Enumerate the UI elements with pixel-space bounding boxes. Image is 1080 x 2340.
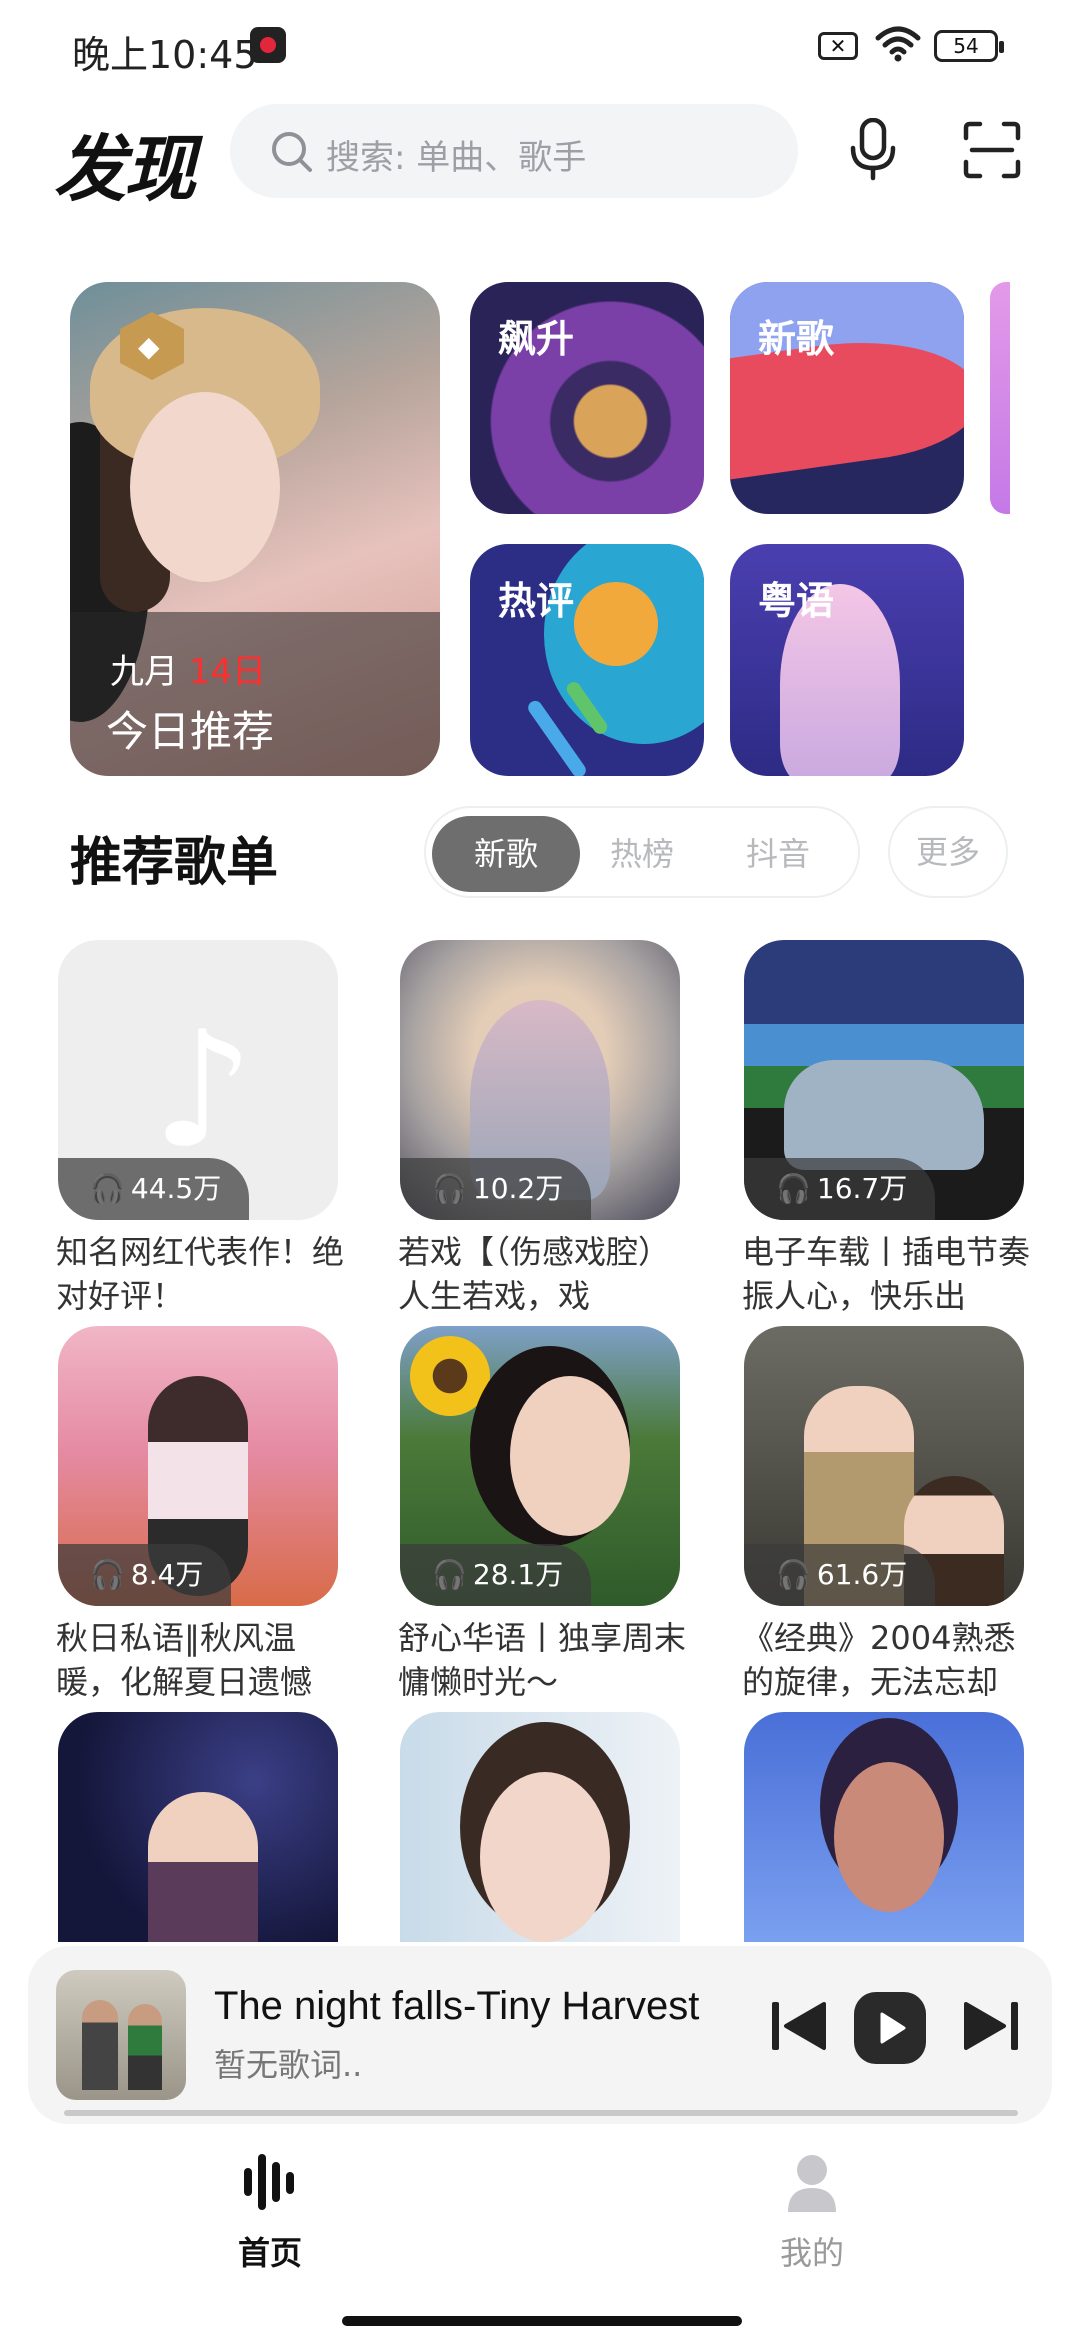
daily-label: 今日推荐	[106, 707, 275, 756]
battery-indicator: 54	[934, 30, 1004, 62]
section-title: 推荐歌单	[70, 833, 279, 893]
play-count-value: 44.5万	[130, 1172, 222, 1205]
play-count-value: 10.2万	[472, 1172, 564, 1205]
daily-recommendation-card[interactable]: ◆ 九月 14日 今日推荐	[70, 282, 440, 776]
headphones-icon: 🎧	[90, 1172, 125, 1205]
tab-new[interactable]: 新歌	[432, 816, 580, 892]
sim-off-icon: ✕	[818, 32, 858, 60]
wifi-icon	[875, 26, 921, 62]
music-note-icon: ♪	[152, 996, 255, 1183]
album-art	[56, 1970, 186, 2100]
playlist-name: 舒心华语丨独享周末慵懒时光～	[398, 1619, 687, 1701]
nav-me[interactable]: 我的	[762, 2150, 862, 2274]
chart-new-songs-card[interactable]: 新歌	[730, 282, 964, 514]
headphones-icon: 🎧	[90, 1558, 125, 1591]
play-count-value: 8.4万	[130, 1558, 204, 1591]
play-button[interactable]	[854, 1992, 926, 2064]
play-count: 🎧 8.4万	[58, 1544, 232, 1606]
nav-home-label: 首页	[237, 2234, 302, 2272]
playlist-cover	[744, 1712, 1024, 1942]
cover-art-face	[834, 1762, 944, 1912]
cover-art-face	[510, 1376, 630, 1536]
card-label: 飙升	[498, 317, 575, 361]
cover-art-sunflower	[410, 1336, 490, 1416]
playlist-cover: 🎧 16.7万	[744, 940, 1024, 1220]
song-title: The night falls-Tiny Harvest	[214, 1984, 700, 2028]
next-track-icon[interactable]	[958, 1996, 1022, 2056]
chart-cantonese-card[interactable]: 粤语	[730, 544, 964, 776]
headphones-icon: 🎧	[432, 1558, 467, 1591]
status-time: 晚上10:45	[72, 33, 258, 77]
play-count: 🎧 44.5万	[58, 1158, 250, 1220]
cover-art-figure	[148, 1792, 258, 1942]
playlist-cover: 🎧 28.1万	[400, 1326, 680, 1606]
playlist-cover	[400, 1712, 680, 1942]
nav-me-label: 我的	[779, 2234, 844, 2272]
microphone-icon[interactable]	[848, 118, 898, 182]
playlist-name: 知名网红代表作！绝对好评！	[56, 1233, 345, 1315]
playlist-cover: 🎧 61.6万	[744, 1326, 1024, 1606]
nav-home[interactable]: 首页	[220, 2150, 320, 2274]
play-count: 🎧 10.2万	[400, 1158, 592, 1220]
card-label: 新歌	[758, 317, 835, 361]
cover-art-face	[480, 1772, 610, 1942]
card-label: 热评	[498, 579, 575, 623]
search-placeholder: 搜索: 单曲、歌手	[326, 138, 587, 178]
search-input[interactable]: 搜索: 单曲、歌手	[230, 104, 798, 198]
tab-douyin[interactable]: 抖音	[704, 816, 852, 892]
card-art-sun	[574, 582, 658, 666]
playlist-name: 《经典》2004熟悉的旋律，无法忘却	[742, 1619, 1016, 1701]
user-icon	[788, 2155, 836, 2212]
scan-icon[interactable]	[962, 120, 1022, 180]
chart-rising-card[interactable]: 飙升	[470, 282, 704, 514]
album-art-figure	[128, 2004, 162, 2090]
tab-hot[interactable]: 热榜	[568, 816, 716, 892]
play-count: 🎧 16.7万	[744, 1158, 936, 1220]
daily-month: 九月	[110, 652, 178, 692]
headphones-icon: 🎧	[432, 1172, 467, 1205]
chart-next-card-peek[interactable]	[990, 282, 1010, 514]
playlist-cover: 🎧 8.4万	[58, 1326, 338, 1606]
playlist-tabs: 新歌 热榜 抖音	[424, 806, 860, 898]
sound-bars-icon	[244, 2154, 294, 2210]
card-label: 粤语	[758, 579, 835, 623]
playback-progress-bar[interactable]	[64, 2110, 1018, 2116]
playlist-cover	[58, 1712, 338, 1942]
cover-art-car	[784, 1060, 984, 1170]
playlist-name: 电子车载丨插电节奏振人心，快乐出	[742, 1233, 1031, 1315]
play-count-value: 61.6万	[816, 1558, 908, 1591]
headphones-icon: 🎧	[776, 1172, 811, 1205]
lyric-text: 暂无歌词..	[214, 2046, 363, 2084]
cover-art-face	[130, 392, 280, 582]
playlist-cover: ♪ 🎧 44.5万	[58, 940, 338, 1220]
play-count: 🎧 61.6万	[744, 1544, 936, 1606]
status-bar: 晚上10:45 ✕ 54	[0, 0, 1080, 90]
previous-track-icon[interactable]	[768, 1996, 832, 2056]
play-icon	[880, 2012, 906, 2044]
daily-day: 14日	[188, 652, 267, 692]
album-art-figure	[82, 2000, 118, 2090]
home-indicator[interactable]	[342, 2316, 742, 2326]
mini-player[interactable]: The night falls-Tiny Harvest 暂无歌词..	[28, 1946, 1052, 2124]
play-count-value: 28.1万	[472, 1558, 564, 1591]
playlist-name: 秋日私语‖秋风温暖，化解夏日遗憾	[56, 1619, 313, 1701]
page-title: 发现	[54, 127, 196, 211]
more-button[interactable]: 更多	[888, 806, 1008, 898]
music-app-icon	[250, 27, 286, 63]
playlist-cover: 🎧 10.2万	[400, 940, 680, 1220]
search-icon	[272, 132, 312, 172]
playlist-name: 若戏【（伤感戏腔）人生若戏，戏	[398, 1233, 671, 1315]
headphones-icon: 🎧	[776, 1558, 811, 1591]
chart-hot-comments-card[interactable]: 热评	[470, 544, 704, 776]
daily-date: 九月 14日	[110, 644, 266, 693]
play-count-value: 16.7万	[816, 1172, 908, 1205]
play-count: 🎧 28.1万	[400, 1544, 592, 1606]
